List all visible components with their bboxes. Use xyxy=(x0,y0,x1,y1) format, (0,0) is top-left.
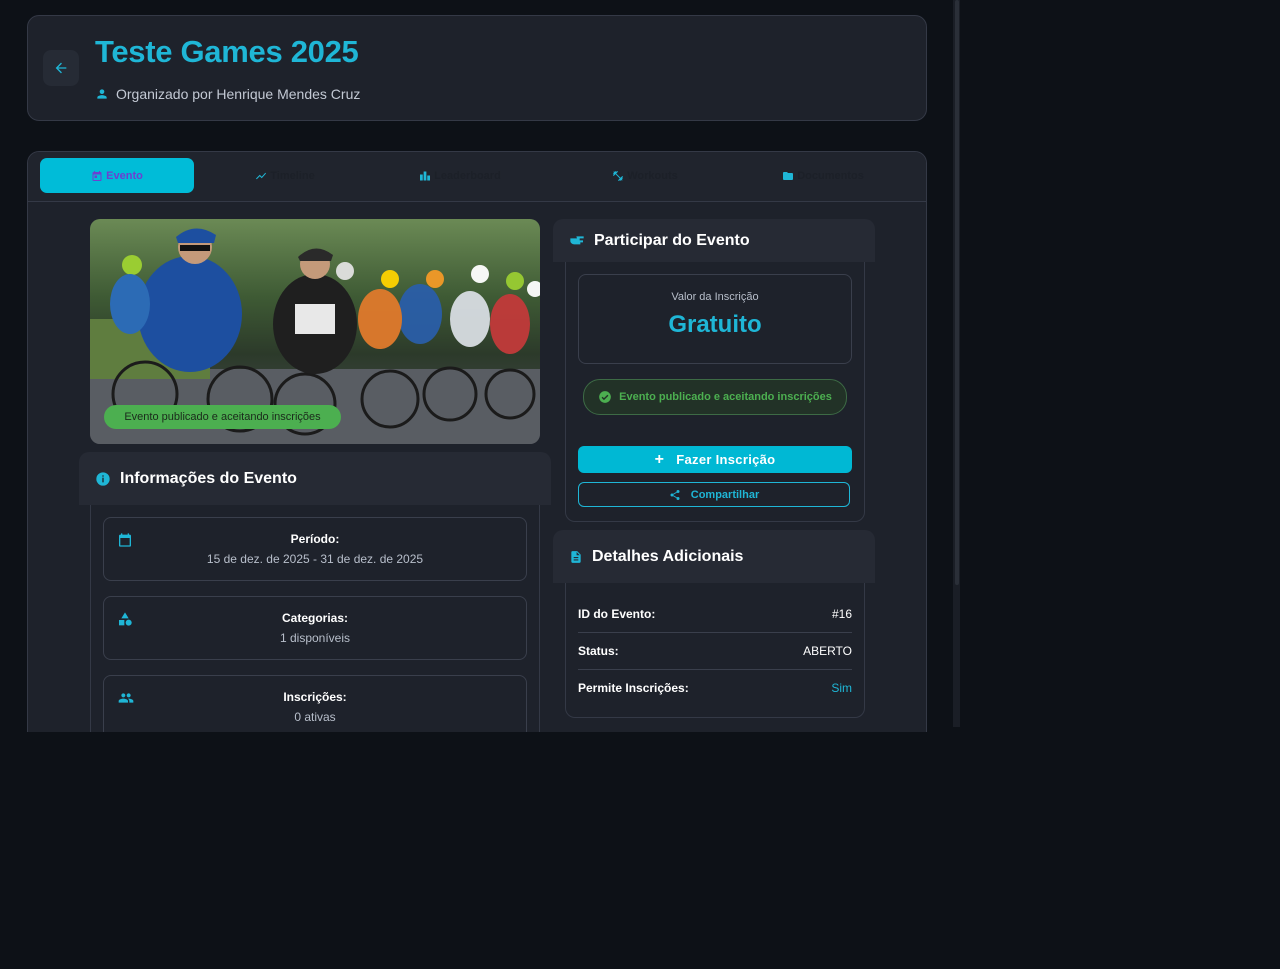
detail-row-id: ID do Evento: #16 xyxy=(578,595,852,633)
check-circle-icon xyxy=(599,391,611,403)
organizer-text: Organizado por Henrique Mendes Cruz xyxy=(116,86,361,102)
info-value: 0 ativas xyxy=(294,710,336,724)
tab-workouts[interactable]: Workouts xyxy=(580,158,710,193)
info-label: Período: xyxy=(290,532,340,546)
tab-label: Documentos xyxy=(797,169,864,182)
share-button-label: Compartilhar xyxy=(690,488,760,501)
tab-bar: Evento Timeline Leaderboard Workouts Doc… xyxy=(28,152,926,202)
share-icon xyxy=(670,489,680,500)
info-section-header: Informações do Evento xyxy=(79,452,551,505)
info-section-title: Informações do Evento xyxy=(120,469,297,487)
share-button[interactable]: Compartilhar xyxy=(578,482,850,507)
detail-value: ABERTO xyxy=(803,643,852,658)
folder-icon xyxy=(783,171,794,180)
info-label: Categorias: xyxy=(281,611,349,625)
event-hero-image: Evento publicado e aceitando inscrições xyxy=(90,219,540,444)
register-button[interactable]: + Fazer Inscrição xyxy=(578,446,852,473)
participate-section-title: Participar do Evento xyxy=(594,231,750,249)
info-row-categorias: Categorias: 1 disponíveis xyxy=(103,596,527,660)
price-box: Valor da Inscrição Gratuito xyxy=(578,274,852,364)
arrow-left-icon xyxy=(55,62,67,74)
tab-evento[interactable]: Evento xyxy=(40,158,194,193)
detail-key: Permite Inscrições: xyxy=(578,680,689,695)
bar-chart-icon xyxy=(420,171,431,180)
person-icon xyxy=(97,89,107,99)
info-section-body: Período: 15 de dez. de 2025 - 31 de dez.… xyxy=(90,505,540,732)
page-title: Teste Games 2025 xyxy=(95,34,359,69)
participate-section-body: Valor da Inscrição Gratuito Evento publi… xyxy=(565,262,865,522)
detail-value: Sim xyxy=(831,680,852,695)
tab-documentos[interactable]: Documentos xyxy=(750,158,896,193)
back-button[interactable] xyxy=(43,50,79,86)
info-row-inscricoes: Inscrições: 0 ativas xyxy=(103,675,527,732)
info-value: 1 disponíveis xyxy=(279,631,351,645)
calendar-icon xyxy=(92,170,102,181)
plus-icon: + xyxy=(654,450,665,468)
info-label: Inscrições: xyxy=(283,690,347,704)
info-icon xyxy=(96,471,110,486)
detail-value: #16 xyxy=(831,606,852,621)
hero-status-badge: Evento publicado e aceitando inscrições xyxy=(104,405,341,429)
detail-row-permite: Permite Inscrições: Sim xyxy=(578,669,852,706)
dumbbell-icon xyxy=(613,170,624,181)
tab-label: Evento xyxy=(106,169,143,182)
tab-timeline[interactable]: Timeline xyxy=(220,158,350,193)
detail-key: ID do Evento: xyxy=(578,606,656,621)
organizer-line: Organizado por Henrique Mendes Cruz xyxy=(95,86,360,102)
scrollbar-thumb[interactable] xyxy=(955,0,959,585)
price-label: Valor da Inscrição xyxy=(671,291,759,303)
tab-label: Workouts xyxy=(627,169,678,182)
trend-line-icon xyxy=(256,172,267,179)
info-row-periodo: Período: 15 de dez. de 2025 - 31 de dez.… xyxy=(103,517,527,581)
participate-section-header: Participar do Evento xyxy=(553,219,875,262)
price-value: Gratuito xyxy=(668,311,762,338)
info-value: 15 de dez. de 2025 - 31 de dez. de 2025 xyxy=(206,552,424,566)
details-section-title: Detalhes Adicionais xyxy=(592,547,744,565)
document-icon xyxy=(571,550,581,563)
register-button-label: Fazer Inscrição xyxy=(676,452,776,467)
registration-status-text: Evento publicado e aceitando inscrições xyxy=(619,391,832,403)
pointing-hand-icon xyxy=(570,235,584,244)
details-section-body: ID do Evento: #16 Status: ABERTO Permite… xyxy=(565,583,865,718)
registration-status: Evento publicado e aceitando inscrições xyxy=(583,379,847,415)
event-main-card: Evento Timeline Leaderboard Workouts Doc… xyxy=(27,151,927,732)
detail-row-status: Status: ABERTO xyxy=(578,632,852,670)
tab-label: Timeline xyxy=(270,169,315,182)
details-section-header: Detalhes Adicionais xyxy=(553,530,875,583)
event-header: Teste Games 2025 Organizado por Henrique… xyxy=(27,15,927,121)
tab-leaderboard[interactable]: Leaderboard xyxy=(390,158,530,193)
tab-label: Leaderboard xyxy=(434,169,501,182)
detail-key: Status: xyxy=(578,643,619,658)
